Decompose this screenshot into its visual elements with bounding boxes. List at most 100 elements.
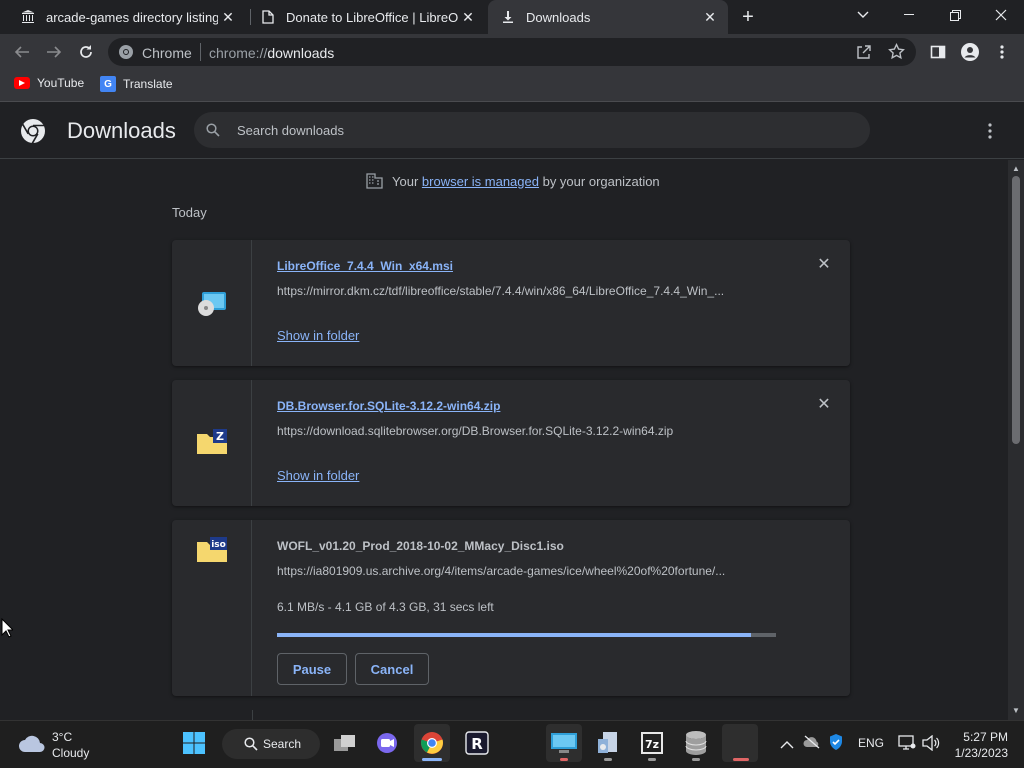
chevron-down-icon (857, 11, 869, 18)
bookmark-youtube[interactable]: YouTube (14, 76, 84, 90)
minimize-icon (904, 14, 914, 15)
search-icon (206, 123, 220, 142)
restore-button[interactable] (932, 0, 978, 30)
bookmark-star-icon[interactable] (888, 42, 905, 65)
installer-app-button[interactable] (590, 724, 626, 762)
reload-button[interactable] (72, 38, 100, 66)
search-downloads-field[interactable]: Search downloads (194, 112, 870, 148)
document-icon (260, 9, 276, 25)
tab-arcade-games[interactable]: arcade-games directory listing ✕ (12, 0, 246, 34)
database-icon (685, 731, 707, 755)
7zip-app-button[interactable]: 7z (634, 724, 670, 762)
scroll-down-icon[interactable]: ▼ (1012, 706, 1020, 715)
svg-text:Z: Z (216, 430, 224, 443)
close-icon (995, 9, 1007, 21)
installer-icon (598, 732, 617, 753)
7zip-icon: 7z (641, 732, 663, 754)
managed-notice: Your browser is managed by your organiza… (366, 173, 660, 189)
clock-time[interactable]: 5:27 PM (952, 730, 1008, 744)
back-button[interactable] (8, 38, 36, 66)
file-url[interactable]: https://ia801909.us.archive.org/4/items/… (277, 564, 777, 578)
r-app-icon: R (465, 731, 489, 755)
browser-managed-link[interactable]: browser is managed (422, 174, 539, 189)
task-view-button[interactable] (327, 724, 363, 762)
more-vertical-icon (988, 123, 992, 139)
show-in-folder-link[interactable]: Show in folder (277, 468, 359, 483)
video-call-icon (377, 733, 397, 753)
show-hidden-icons-button[interactable] (780, 737, 794, 755)
arrow-left-icon (14, 46, 29, 58)
side-panel-icon (930, 45, 946, 59)
tab-donate-libreoffice[interactable]: Donate to LibreOffice | LibreOffic ✕ (252, 0, 486, 34)
taskbar-search-button[interactable]: Search (222, 729, 320, 759)
weather-widget[interactable]: 3°C Cloudy (14, 726, 134, 764)
tab-downloads[interactable]: Downloads ✕ (488, 0, 728, 34)
scrollbar[interactable]: ▲ ▼ (1008, 160, 1024, 720)
chrome-menu-button[interactable] (988, 38, 1016, 66)
close-tab-icon[interactable]: ✕ (700, 7, 720, 27)
remove-download-icon[interactable]: ✕ (816, 257, 832, 273)
start-button[interactable] (176, 724, 212, 762)
database-app-button[interactable] (678, 724, 714, 762)
url-text: chrome://downloads (209, 45, 335, 61)
download-item-in-progress: iso WOFL_v01.20_Prod_2018-10-02_MMacy_Di… (172, 520, 850, 696)
cancel-button[interactable]: Cancel (355, 653, 429, 685)
profile-icon (961, 43, 979, 61)
chrome-taskbar-button[interactable] (414, 724, 450, 762)
download-item: LibreOffice_7.4.4_Win_x64.msi https://mi… (172, 240, 850, 366)
downloads-menu-button[interactable] (974, 122, 1006, 145)
file-name-link[interactable]: LibreOffice_7.4.4_Win_x64.msi (277, 259, 453, 273)
tab-title: Donate to LibreOffice | LibreOffic (286, 9, 458, 25)
tab-strip: arcade-games directory listing ✕ Donate … (0, 0, 1024, 34)
tab-search-button[interactable] (840, 0, 886, 30)
download-item: Z DB.Browser.for.SQLite-3.12.2-win64.zip… (172, 380, 850, 506)
svg-text:R: R (471, 735, 483, 753)
volume-icon[interactable] (922, 734, 940, 756)
display-icon[interactable] (898, 735, 916, 756)
monitor-icon (551, 733, 577, 753)
cloud-icon (19, 735, 45, 752)
archive-icon (20, 9, 36, 25)
close-tab-icon[interactable]: ✕ (218, 7, 238, 27)
forward-button[interactable] (40, 38, 68, 66)
page-title: Downloads (67, 118, 176, 143)
close-window-button[interactable] (978, 0, 1024, 30)
progress-fill (277, 633, 752, 637)
language-indicator[interactable]: ENG (858, 736, 884, 750)
remove-download-icon[interactable]: ✕ (816, 397, 832, 413)
scrollbar-thumb[interactable] (1012, 176, 1020, 444)
download-status: 6.1 MB/s - 4.1 GB of 4.3 GB, 31 secs lef… (277, 600, 494, 614)
svg-text:7z: 7z (645, 738, 659, 751)
file-url[interactable]: https://download.sqlitebrowser.org/DB.Br… (277, 424, 777, 438)
scroll-up-icon[interactable]: ▲ (1012, 164, 1020, 173)
installer-icon (196, 290, 228, 323)
remote-desktop-button[interactable] (546, 724, 582, 762)
file-url[interactable]: https://mirror.dkm.cz/tdf/libreoffice/st… (277, 284, 777, 298)
show-in-folder-link[interactable]: Show in folder (277, 328, 359, 343)
file-name-link[interactable]: DB.Browser.for.SQLite-3.12.2-win64.zip (277, 399, 500, 413)
chrome-logo-icon (20, 118, 46, 149)
progress-track (277, 633, 776, 637)
onedrive-offline-icon[interactable] (803, 735, 821, 754)
share-icon[interactable] (856, 44, 872, 65)
iso-file-icon: iso (196, 536, 228, 569)
minimize-button[interactable] (886, 0, 932, 30)
chrome-icon (118, 44, 134, 60)
bookmark-translate[interactable]: G Translate (100, 76, 173, 92)
windows-icon (183, 732, 205, 754)
rider-app-button[interactable]: R (459, 724, 495, 762)
clock-date[interactable]: 1/23/2023 (946, 746, 1008, 760)
side-panel-button[interactable] (924, 38, 952, 66)
new-tab-button[interactable]: + (736, 5, 760, 29)
close-tab-icon[interactable]: ✕ (458, 7, 478, 27)
active-app-button[interactable] (722, 724, 758, 762)
security-shield-icon[interactable] (828, 733, 844, 756)
search-icon (244, 737, 258, 751)
pause-button[interactable]: Pause (277, 653, 347, 685)
profile-button[interactable] (956, 38, 984, 66)
building-icon (366, 173, 383, 189)
meet-app-button[interactable] (370, 724, 406, 762)
address-bar[interactable]: Chrome chrome://downloads (108, 38, 916, 66)
more-vertical-icon (1000, 45, 1004, 59)
search-input[interactable]: Search downloads (237, 123, 344, 138)
